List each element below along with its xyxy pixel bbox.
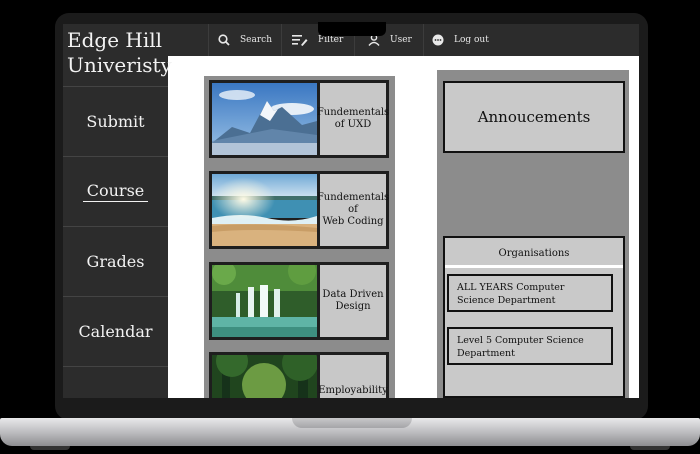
- divider: [281, 24, 282, 56]
- organisations-title: Organisations: [445, 242, 623, 268]
- search-label: Search: [240, 35, 272, 45]
- organisation-item[interactable]: Level 5 Computer Science Department: [447, 327, 613, 365]
- sidebar-item-empty: [63, 366, 168, 398]
- announcements-box[interactable]: Annoucements: [443, 81, 625, 153]
- right-panel: Annoucements Organisations ALL YEARS Com…: [437, 70, 629, 398]
- course-card[interactable]: Employability: [209, 352, 389, 398]
- sidebar-item-label: Grades: [86, 252, 145, 271]
- course-title: Fundementals of UXD: [317, 83, 389, 155]
- sidebar-item-label: Submit: [86, 112, 145, 131]
- search-button[interactable]: Search: [218, 24, 272, 56]
- divider: [208, 24, 209, 56]
- course-card[interactable]: Fundementals of Web Coding: [209, 171, 389, 249]
- logout-icon: [432, 34, 444, 46]
- announcements-title: Annoucements: [477, 108, 591, 126]
- sidebar-item-submit[interactable]: Submit: [63, 86, 168, 156]
- search-icon: [218, 34, 230, 46]
- course-title: Employability: [318, 355, 388, 398]
- camera-notch: [318, 22, 386, 36]
- course-list: Fundementals of UXD Fundementals of Web …: [204, 76, 395, 398]
- sidebar-item-course[interactable]: Course: [63, 156, 168, 226]
- sidebar: Edge Hill Univeristy Submit Course Grade…: [63, 24, 172, 398]
- logout-button[interactable]: Log out: [432, 24, 489, 56]
- sidebar-item-label: Calendar: [78, 322, 153, 341]
- top-bar: Search Filter User Log out: [168, 24, 639, 56]
- sidebar-item-label: Course: [82, 181, 149, 202]
- course-image-forest: [212, 355, 317, 398]
- course-card[interactable]: Data Driven Design: [209, 262, 389, 340]
- organisations-panel: Organisations ALL YEARS Computer Science…: [443, 236, 625, 398]
- app-screen: Edge Hill Univeristy Submit Course Grade…: [63, 24, 639, 398]
- screen-chin: [63, 398, 639, 402]
- sidebar-item-grades[interactable]: Grades: [63, 226, 168, 296]
- course-image-mountain: [212, 83, 317, 155]
- course-image-waterfall: [212, 265, 317, 337]
- laptop-foot: [30, 446, 70, 450]
- sidebar-item-calendar[interactable]: Calendar: [63, 296, 168, 366]
- divider: [423, 24, 424, 56]
- filter-edit-icon: [292, 35, 308, 46]
- laptop-foot: [630, 446, 670, 450]
- course-card[interactable]: Fundementals of UXD: [209, 80, 389, 158]
- filter-label: Filter: [318, 35, 344, 45]
- user-label: User: [390, 35, 412, 45]
- logout-label: Log out: [454, 35, 489, 45]
- sidebar-nav: Submit Course Grades Calendar: [63, 86, 168, 398]
- course-title: Fundementals of Web Coding: [317, 174, 389, 246]
- course-image-beach: [212, 174, 317, 246]
- brand-title: Edge Hill Univeristy: [67, 28, 172, 77]
- laptop-opening-notch: [292, 418, 412, 428]
- course-title: Data Driven Design: [320, 265, 386, 337]
- organisation-item[interactable]: ALL YEARS Computer Science Department: [447, 274, 613, 312]
